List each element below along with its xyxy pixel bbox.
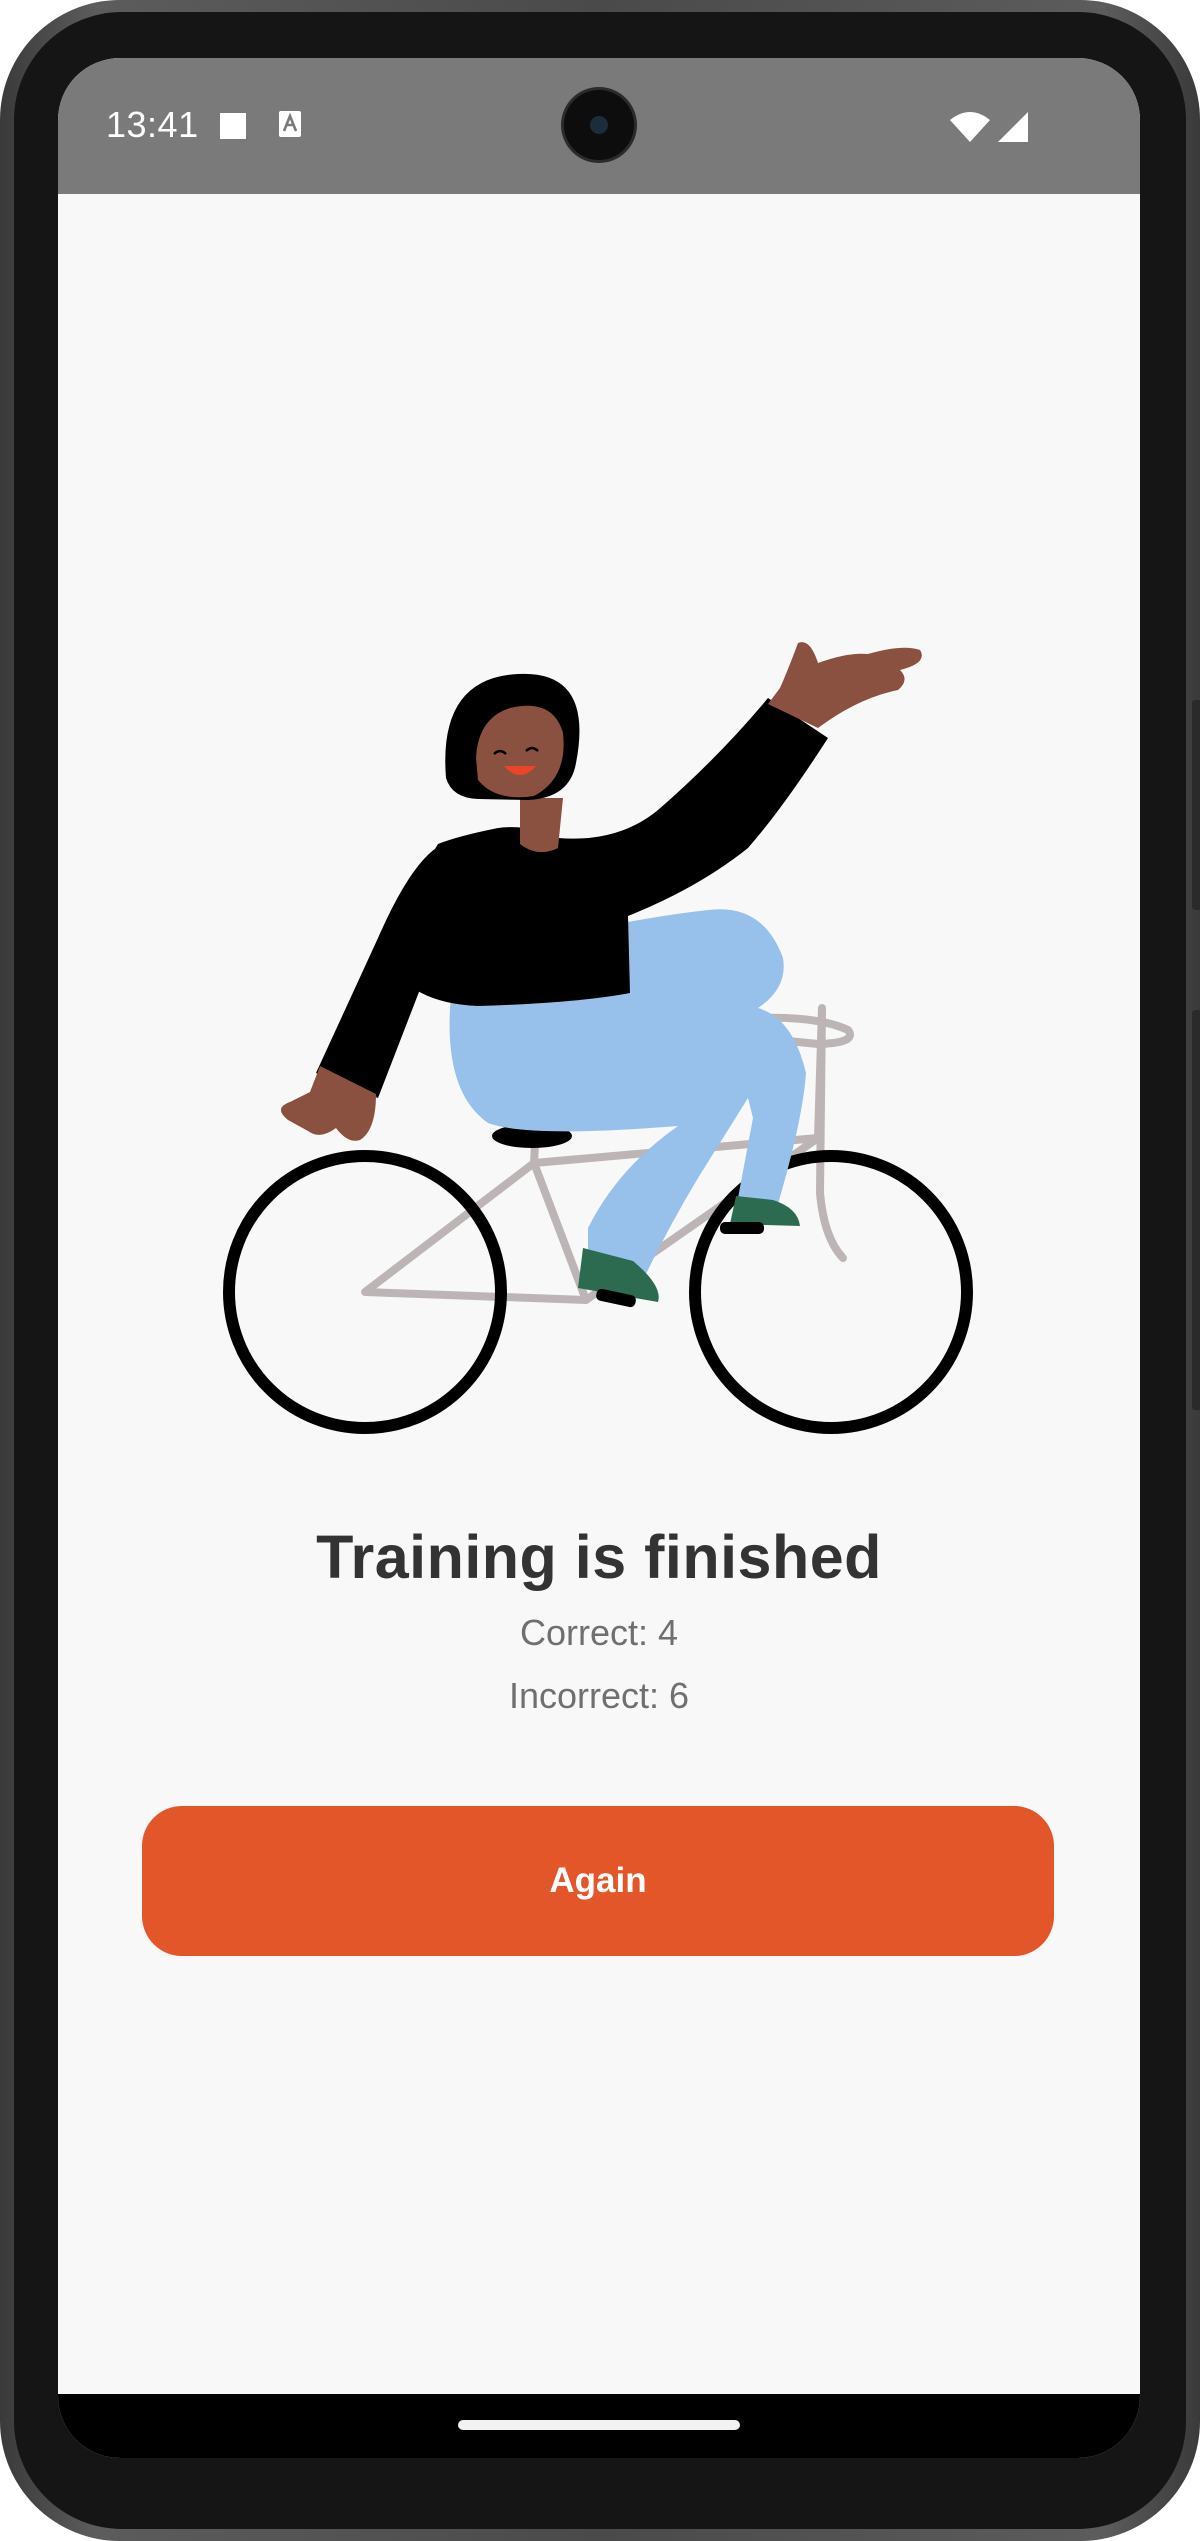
incorrect-count: Incorrect: 6 <box>508 1675 690 1716</box>
again-button[interactable]: Again <box>142 1806 1054 1956</box>
correct-count: Correct: 4 <box>519 1612 679 1653</box>
power-button <box>1192 700 1200 910</box>
volume-button <box>1192 1010 1200 1410</box>
app-screen: 13:41 Training is finished Correct: 4 In… <box>58 58 1140 2458</box>
front-wheel <box>689 1150 973 1434</box>
right-shoe <box>730 1196 800 1226</box>
page-title: Training is finished <box>316 1523 882 1591</box>
person-waving-on-bicycle-illustration <box>223 642 973 1434</box>
phone-frame: 13:41 Training is finished Correct: 4 In… <box>0 0 1200 2541</box>
left-sleeve <box>316 844 443 1098</box>
home-indicator[interactable] <box>458 2420 740 2430</box>
